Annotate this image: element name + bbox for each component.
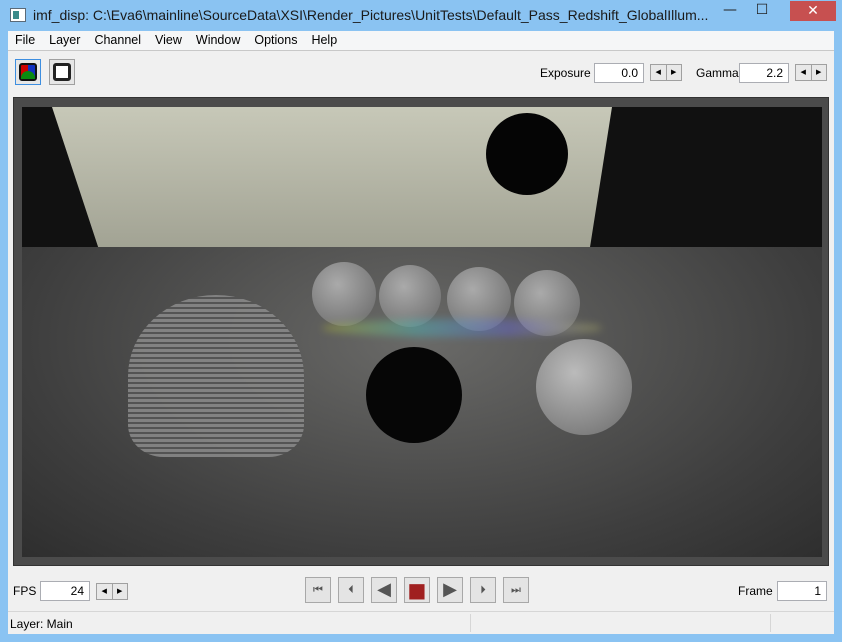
gamma-stepper[interactable]: ◀ ▶ [795,64,827,81]
rgb-channel-button[interactable] [15,59,41,85]
previous-frame-button[interactable]: ⏴ [338,577,364,603]
status-layer: Layer: Main [10,617,73,631]
last-frame-button[interactable]: ⏭ [503,577,529,603]
status-divider [770,614,771,632]
gamma-label: Gamma [696,66,739,80]
title-bar: imf_disp: C:\Eva6\mainline\SourceData\XS… [0,0,842,31]
decrement-icon[interactable]: ◀ [796,65,812,80]
window-title: imf_disp: C:\Eva6\mainline\SourceData\XS… [33,7,709,23]
rgb-channel-icon [19,63,37,81]
play-forward-button[interactable]: ▶ [437,577,463,603]
first-frame-button[interactable]: ⏮ [305,577,331,603]
exposure-label: Exposure [540,66,591,80]
menu-bar: File Layer Channel View Window Options H… [8,31,834,51]
rendered-image [22,107,822,557]
menu-file[interactable]: File [14,31,42,50]
increment-icon[interactable]: ▶ [667,65,682,80]
play-backward-button[interactable]: ◀ [371,577,397,603]
menu-channel[interactable]: Channel [93,31,148,50]
increment-icon[interactable]: ▶ [812,65,827,80]
menu-layer[interactable]: Layer [48,31,87,50]
gamma-input[interactable]: 2.2 [739,63,789,83]
fps-stepper[interactable]: ◀ ▶ [96,583,128,600]
menu-window[interactable]: Window [195,31,247,50]
image-viewer[interactable] [13,97,829,566]
client-area: File Layer Channel View Window Options H… [8,31,834,634]
alpha-channel-icon [53,63,71,81]
maximize-button[interactable]: ☐ [748,1,776,21]
close-button[interactable]: ✕ [790,1,836,21]
fps-input[interactable]: 24 [40,581,90,601]
fps-label: FPS [13,584,37,598]
exposure-stepper[interactable]: ◀ ▶ [650,64,682,81]
frame-input[interactable]: 1 [777,581,827,601]
menu-options[interactable]: Options [253,31,304,50]
menu-help[interactable]: Help [310,31,344,50]
status-bar: Layer: Main [8,611,834,633]
exposure-input[interactable]: 0.0 [594,63,644,83]
status-divider [470,614,471,632]
menu-view[interactable]: View [154,31,189,50]
stop-button[interactable]: ■ [404,577,430,603]
app-icon [10,8,26,22]
alpha-channel-button[interactable] [49,59,75,85]
decrement-icon[interactable]: ◀ [97,584,113,599]
frame-label: Frame [738,584,773,598]
increment-icon[interactable]: ▶ [113,584,128,599]
next-frame-button[interactable]: ⏵ [470,577,496,603]
decrement-icon[interactable]: ◀ [651,65,667,80]
minimize-button[interactable]: — [716,1,744,21]
